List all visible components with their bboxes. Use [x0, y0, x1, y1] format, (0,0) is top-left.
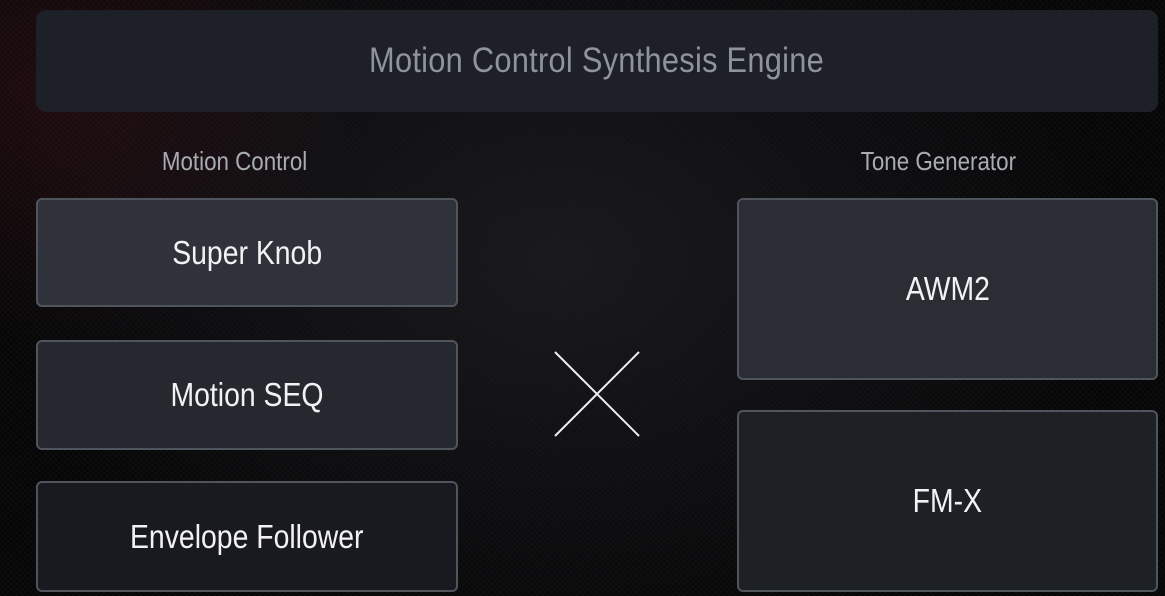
- motion-seq-label: Motion SEQ: [170, 376, 324, 413]
- multiply-cross-icon: [554, 351, 640, 437]
- awm2-label: AWM2: [905, 270, 990, 307]
- title-bar: Motion Control Synthesis Engine: [36, 10, 1158, 112]
- envelope-follower-label: Envelope Follower: [130, 517, 364, 555]
- super-knob-label: Super Knob: [172, 233, 322, 271]
- motion-seq-button[interactable]: Motion SEQ: [36, 340, 458, 450]
- awm2-button[interactable]: AWM2: [737, 198, 1158, 380]
- page-title: Motion Control Synthesis Engine: [369, 41, 825, 80]
- fm-x-button[interactable]: FM-X: [737, 410, 1158, 592]
- envelope-follower-button[interactable]: Envelope Follower: [36, 481, 458, 592]
- fm-x-label: FM-X: [912, 482, 983, 519]
- tone-generator-heading: Tone Generator: [860, 146, 1017, 176]
- super-knob-button[interactable]: Super Knob: [36, 198, 458, 307]
- motion-control-heading: Motion Control: [161, 146, 308, 176]
